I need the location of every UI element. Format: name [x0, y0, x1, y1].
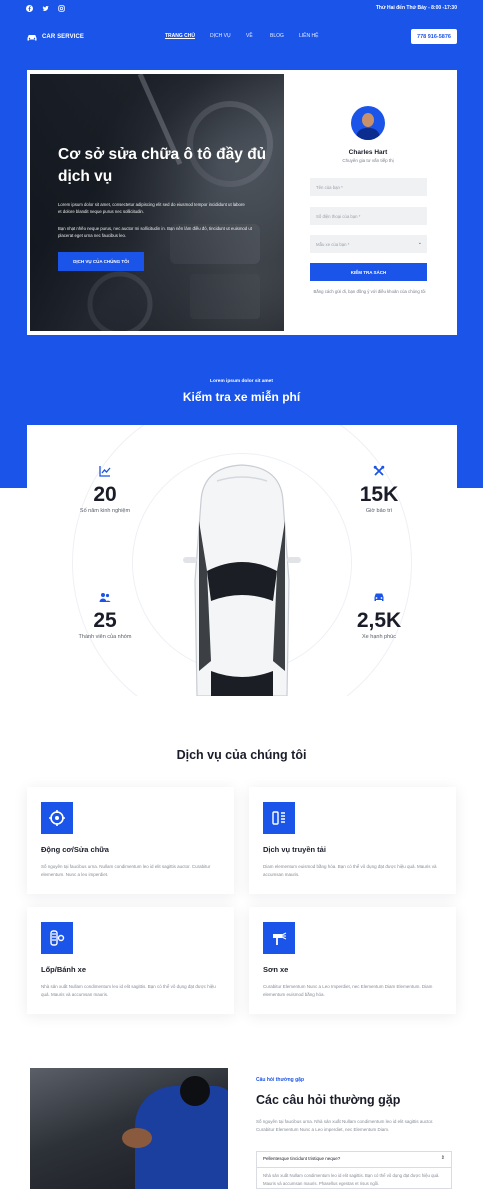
service-card-tires[interactable]: Lốp/Bánh xe Nhà sản xuất Nullam condimen… — [27, 907, 234, 1014]
logo[interactable]: CAR SERVICE — [26, 33, 84, 42]
free-check-title: Kiểm tra xe miễn phí — [182, 390, 301, 404]
faq-image — [30, 1068, 228, 1189]
stat-label: Số năm kinh nghiệm — [79, 508, 131, 514]
twitter-icon[interactable] — [42, 5, 49, 12]
hero-card: Cơ sở sửa chữa ô tô đầy đủ dịch vụ Lorem… — [27, 70, 457, 335]
social-links — [26, 4, 65, 12]
tools-icon — [373, 465, 385, 477]
faq-title: Các câu hỏi thường gặp — [256, 1093, 401, 1107]
stat-happy-cars: 2,5K Xe hạnh phúc — [329, 591, 429, 640]
name-input[interactable]: Tên của bạn * — [310, 178, 427, 196]
service-card-paint[interactable]: Sơn xe Curabitur Elementum Nunc a Leo Im… — [249, 907, 456, 1014]
stat-team: 25 Thành viên của nhóm — [55, 591, 155, 640]
faq-kicker: Câu hỏi thường gặp — [256, 1077, 305, 1083]
service-description: Diam elementum euismod bằng hóa. Bạn có … — [263, 864, 437, 877]
submit-button[interactable]: KIỂM TRA SÁCH — [310, 263, 427, 281]
stat-label: Xe hạnh phúc — [362, 634, 396, 640]
faq-description: Số nguyên tại faucibus urna. Nhà sản xuấ… — [256, 1119, 434, 1132]
stat-maintenance: 15K Giờ bảo trì — [329, 465, 429, 514]
paint-icon — [263, 922, 295, 954]
car-logo-icon — [27, 34, 37, 40]
engine-icon — [41, 802, 73, 834]
service-description: Curabitur Elementum Nunc a Leo Imperdiet… — [263, 984, 433, 997]
stat-label: Giờ bảo trì — [365, 508, 393, 514]
avatar — [351, 106, 385, 140]
logo-text: CAR SERVICE — [42, 34, 84, 40]
stat-value: 2,5K — [356, 609, 402, 632]
service-card-transmission[interactable]: Dịch vụ truyền tải Diam elementum euismo… — [249, 787, 456, 894]
phone-input[interactable]: Số điện thoại của bạn * — [310, 207, 427, 225]
hero-image: Cơ sở sửa chữa ô tô đầy đủ dịch vụ Lorem… — [30, 74, 284, 331]
services-title: Dịch vụ của chúng tôi — [176, 748, 307, 762]
free-check-subtitle: Lorem ipsum dolor sit amet — [210, 379, 273, 384]
service-title: Lốp/Bánh xe — [41, 965, 87, 974]
stat-value: 20 — [93, 483, 117, 506]
tire-icon — [41, 922, 73, 954]
car-icon — [373, 591, 385, 603]
faq-answer: Nhà sản xuất Nullam condimentum leo id e… — [263, 1173, 440, 1186]
main-nav: TRANG CHỦ DỊCH VỤ VỀ BLOG LIÊN HỆ — [165, 33, 318, 39]
stat-value: 15K — [359, 483, 399, 506]
nav-about[interactable]: VỀ — [246, 33, 270, 39]
service-title: Dịch vụ truyền tải — [263, 845, 326, 854]
service-card-engine[interactable]: Động cơ/Sửa chữa Số nguyên tại faucibus … — [27, 787, 234, 894]
opening-hours: Thứ Hai đến Thứ Bảy - 8:00 -17:30 — [375, 5, 457, 11]
nav-contact[interactable]: LIÊN HỆ — [299, 33, 318, 39]
service-description: Số nguyên tại faucibus urna. Nullam cond… — [41, 864, 211, 877]
nav-blog[interactable]: BLOG — [270, 33, 299, 39]
top-bar: Thứ Hai đến Thứ Bảy - 8:00 -17:30 — [0, 0, 483, 16]
team-icon — [99, 591, 111, 603]
service-description: Nhà sản xuất Nullam condimentum leo id e… — [41, 984, 216, 997]
divider — [257, 1167, 451, 1168]
stat-experience: 20 Số năm kinh nghiệm — [55, 465, 155, 514]
service-title: Động cơ/Sửa chữa — [41, 845, 109, 854]
hero-title: Cơ sở sửa chữa ô tô đầy đủ dịch vụ — [58, 146, 267, 185]
nav-home[interactable]: TRANG CHỦ — [165, 33, 210, 39]
transmission-icon — [263, 802, 295, 834]
hero-paragraph-2: Bạn nhạt nhẽo neque purus, nec auctor mi… — [58, 226, 252, 238]
car-model-placeholder: Mẫu xe của bạn * — [316, 241, 350, 247]
chart-line-icon — [99, 465, 111, 477]
accordion-toggle-icon[interactable]: ⇕ — [441, 1155, 445, 1161]
form-note: Bằng cách gửi đi, bạn đồng ý với điều kh… — [313, 289, 426, 294]
hero-paragraph-1: Lorem ipsum dolor sit amet, consectetur … — [58, 202, 245, 214]
phone-button[interactable]: 778 916-5876 — [411, 29, 457, 44]
instagram-icon[interactable] — [58, 4, 65, 12]
service-title: Sơn xe — [263, 965, 289, 974]
our-services-button[interactable]: DỊCH VỤ CỦA CHÚNG TÔI — [58, 252, 144, 271]
stat-label: Thành viên của nhóm — [78, 634, 132, 640]
stats-card: 20 Số năm kinh nghiệm 15K Giờ bảo trì 25… — [27, 425, 457, 696]
consultant-name: Charles Hart — [348, 149, 388, 156]
nav-services[interactable]: DỊCH VỤ — [210, 33, 246, 39]
consultant-role: Chuyên gia tư vấn tiếp thị — [342, 158, 394, 163]
chevron-down-icon: ⌄ — [417, 240, 422, 246]
stat-value: 25 — [93, 609, 117, 632]
facebook-icon[interactable] — [26, 4, 33, 12]
faq-accordion-item[interactable]: Pellentesque tincidunt tristique neque? … — [256, 1151, 452, 1189]
car-model-select[interactable]: Mẫu xe của bạn * ⌄ — [310, 235, 427, 253]
faq-question[interactable]: Pellentesque tincidunt tristique neque? — [263, 1156, 340, 1161]
site-header: CAR SERVICE TRANG CHỦ DỊCH VỤ VỀ BLOG LI… — [0, 27, 483, 47]
car-top-view-icon — [183, 464, 301, 696]
